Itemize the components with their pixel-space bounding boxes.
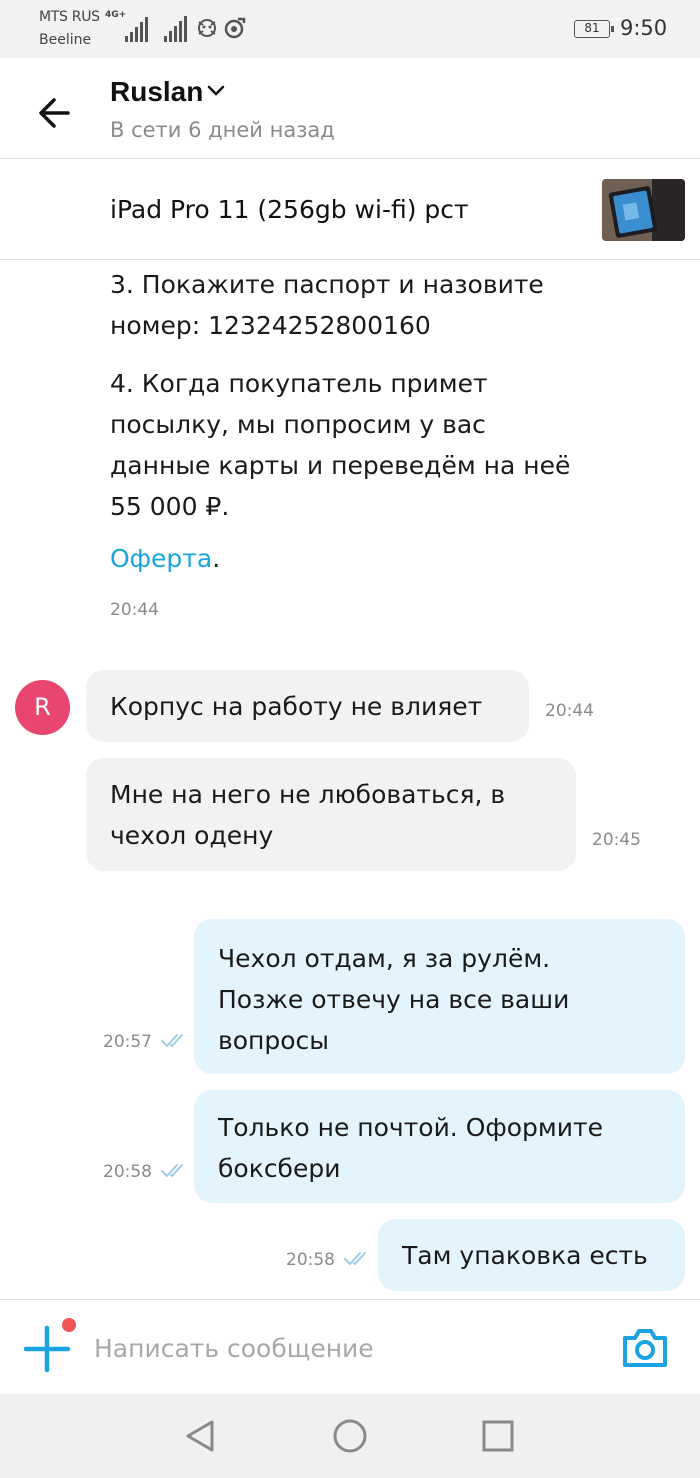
listing-card[interactable]: iPad Pro 11 (256gb wi-fi) рст [0, 160, 700, 260]
listing-title[interactable]: iPad Pro 11 (256gb wi-fi) рст [110, 195, 469, 224]
double-check-icon [344, 1252, 366, 1265]
message-input[interactable] [94, 1328, 574, 1368]
triangle-back-icon [186, 1420, 214, 1452]
chat-header: Ruslan В сети 6 дней назад [0, 58, 700, 159]
square-recents-icon [482, 1420, 514, 1452]
carrier-secondary: Beeline [39, 32, 92, 48]
signal-strength-icon-2 [164, 16, 187, 42]
double-check-icon [161, 1034, 183, 1047]
ipad-photo [602, 179, 685, 241]
circle-home-icon [333, 1419, 367, 1453]
music-notification-icon [224, 17, 246, 39]
message-composer [0, 1299, 700, 1394]
message-text: Мне на него не любоваться, в чехол одену [110, 780, 506, 850]
message-time: 20:44 [545, 701, 594, 721]
avatar[interactable]: R [15, 680, 70, 735]
outgoing-message[interactable]: Там упаковка есть [378, 1219, 685, 1291]
signal-strength-icon [125, 17, 148, 42]
plus-icon [23, 1325, 71, 1373]
oferta-link[interactable]: Оферта [110, 544, 212, 573]
message-text: Корпус на работу не влияет [110, 692, 483, 721]
clock: 9:50 [620, 16, 668, 40]
nav-back-button[interactable] [180, 1416, 220, 1456]
instruction-step-3: 3. Покажите паспорт и назовите номер: 12… [110, 270, 544, 340]
message-text: Чехол отдам, я за рулём. Позже отвечу на… [218, 944, 570, 1055]
nav-home-button[interactable] [330, 1416, 370, 1456]
message-time: 20:58 [286, 1250, 335, 1270]
contact-name[interactable]: Ruslan [110, 76, 203, 108]
oferta-row: Оферта. [110, 544, 220, 573]
message-text: Только не почтой. Оформите боксбери [218, 1113, 603, 1183]
system-message-time: 20:44 [110, 600, 159, 620]
message-time: 20:45 [592, 830, 641, 850]
message-time: 20:58 [103, 1162, 152, 1182]
oferta-suffix: . [212, 544, 221, 573]
incoming-message[interactable]: Корпус на работу не влияет [86, 670, 529, 742]
camera-icon [623, 1329, 667, 1367]
message-text: Там упаковка есть [402, 1241, 648, 1270]
carrier-primary: MTS RUS [39, 9, 100, 25]
listing-thumbnail[interactable] [602, 179, 685, 241]
double-check-icon [161, 1164, 183, 1177]
notification-dot [62, 1318, 76, 1332]
outgoing-message[interactable]: Чехол отдам, я за рулём. Позже отвечу на… [194, 919, 685, 1074]
app-notification-icon [198, 19, 216, 37]
battery-indicator: 81 [574, 20, 614, 38]
nav-recents-button[interactable] [478, 1416, 518, 1456]
arrow-left-icon [39, 98, 70, 128]
back-button[interactable] [30, 91, 78, 135]
attach-button[interactable] [22, 1324, 72, 1374]
camera-button[interactable] [620, 1326, 670, 1370]
chevron-down-icon[interactable] [207, 84, 225, 98]
outgoing-message[interactable]: Только не почтой. Оформите боксбери [194, 1090, 685, 1203]
incoming-message[interactable]: Мне на него не любоваться, в чехол одену [86, 758, 576, 871]
system-nav-bar [0, 1394, 700, 1478]
message-time: 20:57 [103, 1032, 152, 1052]
status-bar: MTS RUS Beeline 4G+ 81 9:50 [0, 0, 700, 58]
instruction-step-4: 4. Когда покупатель примет посылку, мы п… [110, 369, 571, 521]
system-message: 3. Покажите паспорт и назовите номер: 12… [110, 264, 590, 544]
contact-status: В сети 6 дней назад [110, 118, 335, 142]
